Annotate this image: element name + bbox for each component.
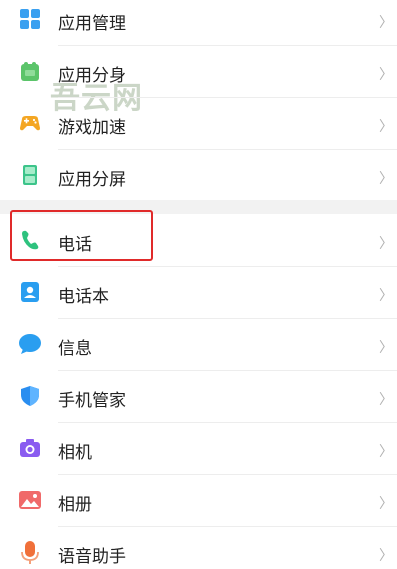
chevron-right-icon: 〉	[379, 340, 393, 356]
settings-item-camera[interactable]: 相机 〉	[0, 423, 397, 473]
chevron-right-icon: 〉	[379, 119, 393, 135]
chevron-right-icon: 〉	[379, 236, 393, 252]
settings-item-label: 游戏加速	[58, 118, 126, 138]
chevron-right-icon: 〉	[379, 548, 393, 564]
settings-item-label: 手机管家	[58, 391, 126, 411]
gallery-icon	[19, 491, 41, 509]
settings-item-label: 应用分屏	[58, 170, 126, 190]
settings-item-voice-assistant[interactable]: 语音助手 〉	[0, 527, 397, 569]
chevron-right-icon: 〉	[379, 496, 393, 512]
settings-item-gallery[interactable]: 相册 〉	[0, 475, 397, 525]
settings-item-label: 相册	[58, 495, 92, 515]
settings-item-split-screen[interactable]: 应用分屏 〉	[0, 150, 397, 200]
settings-item-label: 语音助手	[58, 547, 126, 567]
chevron-right-icon: 〉	[379, 15, 393, 31]
settings-item-label: 信息	[58, 339, 92, 359]
chevron-right-icon: 〉	[379, 288, 393, 304]
settings-item-label: 相机	[58, 443, 92, 463]
app-clone-icon	[21, 62, 39, 81]
game-controller-icon	[20, 116, 40, 131]
highlight-box	[10, 210, 153, 261]
contacts-icon	[21, 282, 39, 302]
settings-item-game-boost[interactable]: 游戏加速 〉	[0, 98, 397, 148]
chevron-right-icon: 〉	[379, 171, 393, 187]
message-bubble-icon	[19, 334, 41, 354]
settings-item-messages[interactable]: 信息 〉	[0, 319, 397, 369]
microphone-icon	[21, 541, 39, 564]
chevron-right-icon: 〉	[379, 67, 393, 83]
chevron-right-icon: 〉	[379, 444, 393, 460]
settings-item-contacts[interactable]: 电话本 〉	[0, 267, 397, 317]
camera-icon	[20, 439, 40, 457]
app-grid-icon	[20, 9, 40, 29]
shield-icon	[21, 386, 39, 406]
settings-item-app-management[interactable]: 应用管理 〉	[0, 0, 397, 40]
chevron-right-icon: 〉	[379, 392, 393, 408]
settings-item-phone-manager[interactable]: 手机管家 〉	[0, 371, 397, 421]
settings-item-label: 电话本	[58, 287, 109, 307]
split-screen-icon	[23, 165, 37, 185]
settings-item-label: 应用管理	[58, 14, 126, 34]
